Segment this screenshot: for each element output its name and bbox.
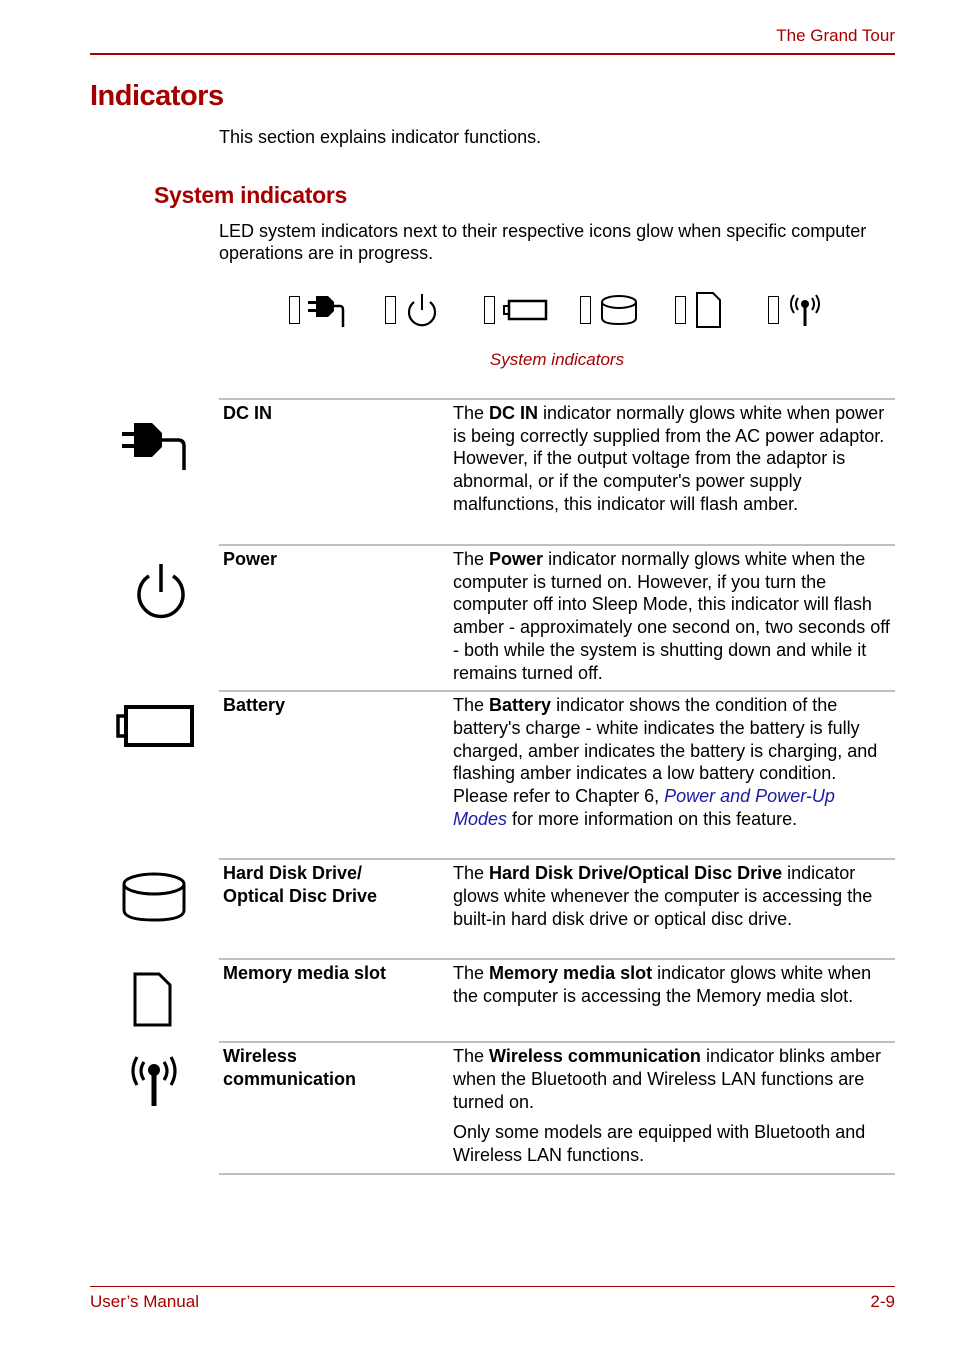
strip-item-battery xyxy=(484,288,549,332)
indicator-name: Hard Disk Drive/Optical Disc Drive xyxy=(223,863,378,906)
table-row: DC IN The DC IN indicator normally glows… xyxy=(219,399,895,545)
table-row: Power The Power indicator normally glows… xyxy=(219,545,895,691)
indicator-name: Wireless communication xyxy=(223,1046,357,1089)
wireless-antenna-icon xyxy=(131,1056,177,1106)
disk-drive-icon xyxy=(601,295,637,326)
battery-icon xyxy=(503,299,548,321)
figure-caption: System indicators xyxy=(489,350,625,369)
indicator-description: The Power indicator normally glows white… xyxy=(453,549,890,683)
table-row: Hard Disk Drive/Optical Disc Drive The H… xyxy=(219,859,895,959)
strip-item-memory xyxy=(675,288,724,332)
header-divider xyxy=(90,53,895,55)
led-box xyxy=(675,296,686,324)
indicator-icon-strip xyxy=(285,288,845,332)
footer-divider xyxy=(90,1286,895,1287)
indicator-name: Battery xyxy=(223,695,286,716)
indicators-table: DC IN The DC IN indicator normally glows… xyxy=(219,398,895,1175)
strip-item-dc-in xyxy=(289,288,348,332)
wireless-antenna-icon xyxy=(790,294,820,326)
strip-item-disk xyxy=(580,288,639,332)
manual-name: User’s Manual xyxy=(90,1292,199,1311)
battery-icon xyxy=(116,705,194,747)
disk-drive-icon xyxy=(122,872,186,922)
page-title: Indicators xyxy=(90,80,224,112)
table-row: Battery The Battery indicator shows the … xyxy=(219,691,895,859)
led-box xyxy=(385,296,396,324)
indicator-note: Only some models are equipped with Bluet… xyxy=(453,1122,866,1166)
indicator-name: Memory media slot xyxy=(223,963,387,984)
led-box xyxy=(289,296,300,324)
power-icon xyxy=(137,564,185,619)
power-icon xyxy=(407,294,437,327)
indicator-name: Power xyxy=(223,549,278,569)
section-lead: LED system indicators next to their resp… xyxy=(219,221,867,263)
section-title: System indicators xyxy=(154,182,348,208)
indicator-description: The Memory media slot indicator glows wh… xyxy=(453,963,872,1006)
dc-in-plug-icon xyxy=(122,423,186,470)
table-row: Memory media slot The Memory media slot … xyxy=(219,959,895,1042)
indicator-description: The Battery indicator shows the conditio… xyxy=(453,695,878,829)
dc-in-plug-icon xyxy=(308,296,345,327)
page-number: 2-9 xyxy=(870,1292,895,1311)
led-box xyxy=(484,296,495,324)
table-row: Wireless communication The Wireless commu… xyxy=(219,1042,895,1174)
led-box xyxy=(580,296,591,324)
indicator-description: The DC IN indicator normally glows white… xyxy=(453,403,885,514)
memory-card-icon xyxy=(696,292,721,328)
strip-item-wireless xyxy=(768,288,823,332)
indicator-description: The Wireless communication indicator bli… xyxy=(449,1042,895,1174)
running-header: The Grand Tour xyxy=(776,26,895,45)
intro-text: This section explains indicator function… xyxy=(219,127,542,147)
memory-card-icon xyxy=(133,972,172,1027)
indicator-name: DC IN xyxy=(223,403,272,423)
led-box xyxy=(768,296,779,324)
strip-item-power xyxy=(385,288,440,332)
indicator-description: The Hard Disk Drive/Optical Disc Drive i… xyxy=(453,863,873,929)
